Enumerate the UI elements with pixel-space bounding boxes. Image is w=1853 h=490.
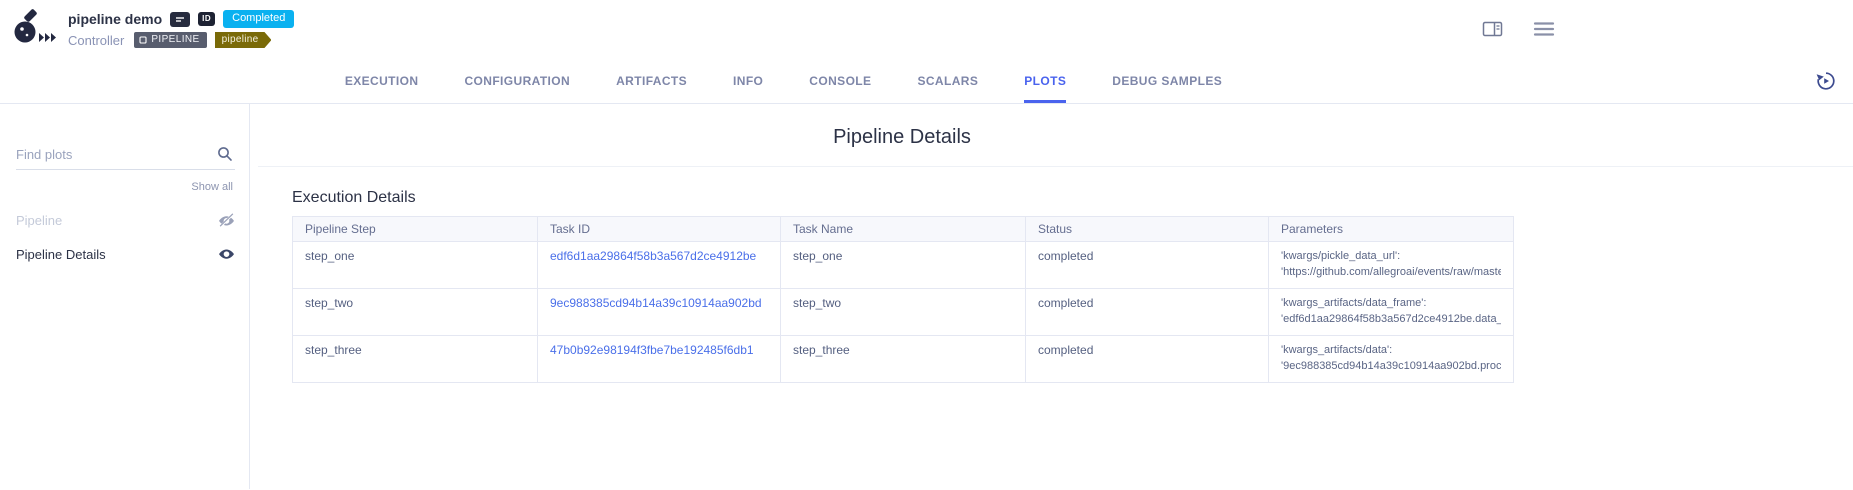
tab-debug-samples[interactable]: DEBUG SAMPLES [1112,58,1222,103]
search-icon[interactable] [217,146,233,167]
cell-task-id: 47b0b92e98194f3fbe7be192485f6db1 [538,335,781,382]
system-tag-label: PIPELINE [151,35,199,45]
cell-pipeline-step: step_one [293,242,538,289]
col-header-parameters: Parameters [1269,217,1514,242]
col-header-status: Status [1026,217,1269,242]
auto-refresh-icon[interactable] [1815,70,1837,97]
cell-status: completed [1026,288,1269,335]
experiment-title: pipeline demo [68,11,162,27]
hamburger-menu-icon[interactable] [1533,21,1555,37]
id-badge[interactable]: ID [198,12,215,26]
cell-pipeline-step: step_three [293,335,538,382]
tab-info[interactable]: INFO [733,58,763,103]
col-header-task-id: Task ID [538,217,781,242]
cell-status: completed [1026,242,1269,289]
experiment-subtitle: Controller [68,33,124,48]
user-tag-pipeline[interactable]: pipeline [215,32,272,48]
tabs-bar: EXECUTION CONFIGURATION ARTIFACTS INFO C… [0,58,1853,104]
details-panel-icon[interactable] [1482,20,1503,38]
clearml-logo[interactable] [10,7,62,51]
task-id-link[interactable]: 9ec988385cd94b14a39c10914aa902bd [550,296,762,310]
tab-execution[interactable]: EXECUTION [345,58,419,103]
eye-icon[interactable] [218,248,235,261]
cell-task-id: 9ec988385cd94b14a39c10914aa902bd [538,288,781,335]
sidebar-item-pipeline-details[interactable]: Pipeline Details [16,237,235,271]
parameters-line: 'kwargs_artifacts/data_frame': [1281,296,1501,312]
experiment-title-block: pipeline demo ID Completed Controller PI… [68,10,294,48]
tab-scalars[interactable]: SCALARS [917,58,978,103]
cell-status: completed [1026,335,1269,382]
eye-off-icon[interactable] [218,213,235,228]
table-row: step_three 47b0b92e98194f3fbe7be192485f6… [293,335,1514,382]
col-header-task-name: Task Name [781,217,1026,242]
table-row: step_one edf6d1aa29864f58b3a567d2ce4912b… [293,242,1514,289]
sidebar-item-label: Pipeline [16,213,62,228]
parameters-line: 'https://github.com/allegroai/events/raw… [1281,265,1501,281]
description-icon[interactable] [170,12,190,27]
plots-sidebar: Show all Pipeline Pipeline Details [0,104,250,489]
status-badge: Completed [223,10,294,28]
top-header: pipeline demo ID Completed Controller PI… [0,0,1853,58]
tab-console[interactable]: CONSOLE [809,58,871,103]
tab-plots[interactable]: PLOTS [1024,58,1066,103]
execution-details-table: Pipeline Step Task ID Task Name Status P… [292,216,1514,383]
section-title: Execution Details [292,189,1853,207]
tag-icon [139,36,147,44]
divider [258,166,1853,167]
cell-parameters: 'kwargs/pickle_data_url': 'https://githu… [1269,242,1514,289]
tab-artifacts[interactable]: ARTIFACTS [616,58,687,103]
table-row: step_two 9ec988385cd94b14a39c10914aa902b… [293,288,1514,335]
parameters-line: '9ec988385cd94b14a39c10914aa902bd.proces… [1281,359,1501,375]
tab-configuration[interactable]: CONFIGURATION [464,58,570,103]
page-title: Pipeline Details [292,126,1512,149]
execution-details-section: Execution Details Pipeline Step Task ID … [292,189,1853,383]
cell-task-name: step_one [781,242,1026,289]
task-id-link[interactable]: 47b0b92e98194f3fbe7be192485f6db1 [550,343,754,357]
table-header-row: Pipeline Step Task ID Task Name Status P… [293,217,1514,242]
show-all-link[interactable]: Show all [16,181,233,193]
task-id-link[interactable]: edf6d1aa29864f58b3a567d2ce4912be [550,249,756,263]
system-tag-pipeline: PIPELINE [134,32,206,48]
col-header-pipeline-step: Pipeline Step [293,217,538,242]
cell-task-id: edf6d1aa29864f58b3a567d2ce4912be [538,242,781,289]
cell-task-name: step_three [781,335,1026,382]
cell-parameters: 'kwargs_artifacts/data_frame': 'edf6d1aa… [1269,288,1514,335]
sidebar-item-pipeline[interactable]: Pipeline [16,203,235,237]
parameters-line: 'edf6d1aa29864f58b3a567d2ce4912be.data_f… [1281,312,1501,328]
find-plots-input[interactable] [16,142,235,170]
plots-main-panel: Pipeline Details Execution Details Pipel… [250,104,1853,489]
sidebar-item-label: Pipeline Details [16,247,106,262]
cell-parameters: 'kwargs_artifacts/data': '9ec988385cd94b… [1269,335,1514,382]
parameters-line: 'kwargs_artifacts/data': [1281,343,1501,359]
cell-task-name: step_two [781,288,1026,335]
parameters-line: 'kwargs/pickle_data_url': [1281,249,1501,265]
cell-pipeline-step: step_two [293,288,538,335]
